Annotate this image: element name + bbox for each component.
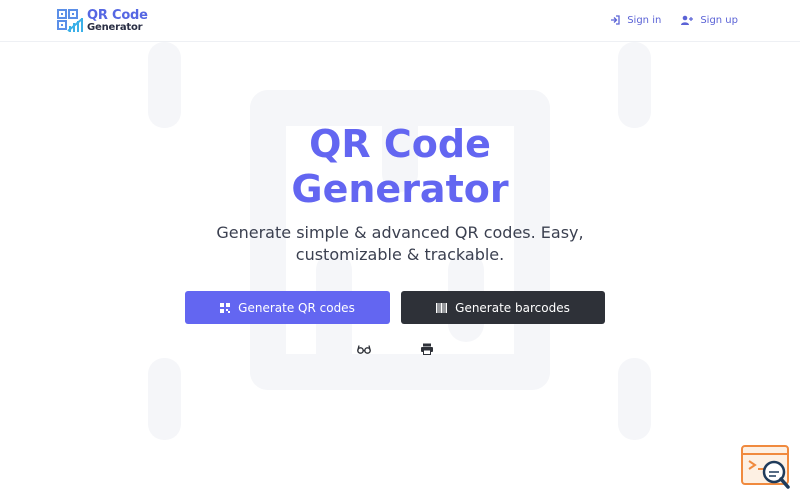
sign-in-icon xyxy=(611,15,620,25)
sign-up-link[interactable]: Sign up xyxy=(681,15,738,26)
hero: QR Code Generator Generate simple & adva… xyxy=(0,42,800,266)
generate-qr-codes-label: Generate QR codes xyxy=(238,300,355,315)
page-title: QR Code Generator xyxy=(0,122,800,212)
generate-qr-codes-button[interactable]: Generate QR codes xyxy=(185,291,390,324)
glasses-icon[interactable] xyxy=(357,343,371,355)
logo[interactable]: QR Code Generator xyxy=(57,8,148,34)
barcode-icon xyxy=(436,302,448,313)
logo-title: QR Code xyxy=(87,8,148,23)
qr-code-logo-icon xyxy=(57,9,83,32)
logo-subtitle: Generator xyxy=(87,22,143,33)
hero-subtitle: Generate simple & advanced QR codes. Eas… xyxy=(216,223,584,264)
title-line-1: QR Code xyxy=(309,122,491,166)
action-buttons: Generate QR codes Generate barcodes xyxy=(185,291,605,324)
printer-icon[interactable] xyxy=(420,343,434,355)
user-plus-icon xyxy=(681,15,694,25)
sign-in-link[interactable]: Sign in xyxy=(610,15,661,26)
title-line-2: Generator xyxy=(291,167,509,211)
generate-barcodes-label: Generate barcodes xyxy=(455,300,570,315)
sign-in-label: Sign in xyxy=(627,14,662,26)
qr-code-icon xyxy=(220,302,231,313)
sign-up-label: Sign up xyxy=(700,14,738,26)
generate-barcodes-button[interactable]: Generate barcodes xyxy=(401,291,605,324)
code-search-widget-icon[interactable] xyxy=(741,444,791,490)
header-nav: Sign in Sign up xyxy=(590,0,738,40)
header: QR Code Generator Sign in Sign up xyxy=(0,0,800,42)
